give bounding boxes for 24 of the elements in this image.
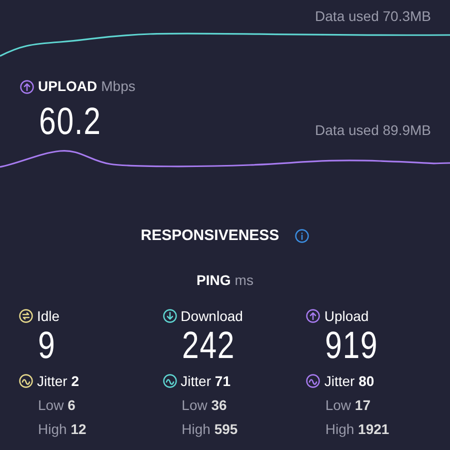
ping-type-label: Idle [37,306,60,326]
low-ping-text: Low 17 [325,396,370,412]
low-ping-text: Low 6 [38,396,76,412]
speed-label: UPLOAD [38,77,98,96]
jitter-text: Jitter 80 [324,372,374,390]
jitter-text: Jitter 71 [180,372,230,390]
high-ping-text: High 1921 [325,420,390,436]
high-ping-text: High 595 [182,420,238,436]
data-used-text: Data used 89.9MB [315,121,431,140]
section-title: RESPONSIVENESS [140,226,280,246]
jitter-text: Jitter 2 [37,372,80,390]
ping-unit: ms [234,270,254,290]
ping-type-label: Upload [324,306,369,326]
info-icon[interactable] [295,229,310,244]
ping-value: 9 [38,326,56,364]
ping-value: 919 [325,326,378,364]
speed-value: 60.2 [39,103,102,141]
ping-type-label: Download [180,306,243,326]
data-used-text: Data used 70.3MB [315,7,431,26]
low-ping-text: Low 36 [182,396,227,412]
ping-value: 242 [182,326,235,364]
high-ping-text: High 12 [38,420,86,436]
ping-label: PING [196,270,231,290]
speed-unit: Mbps [101,77,136,96]
